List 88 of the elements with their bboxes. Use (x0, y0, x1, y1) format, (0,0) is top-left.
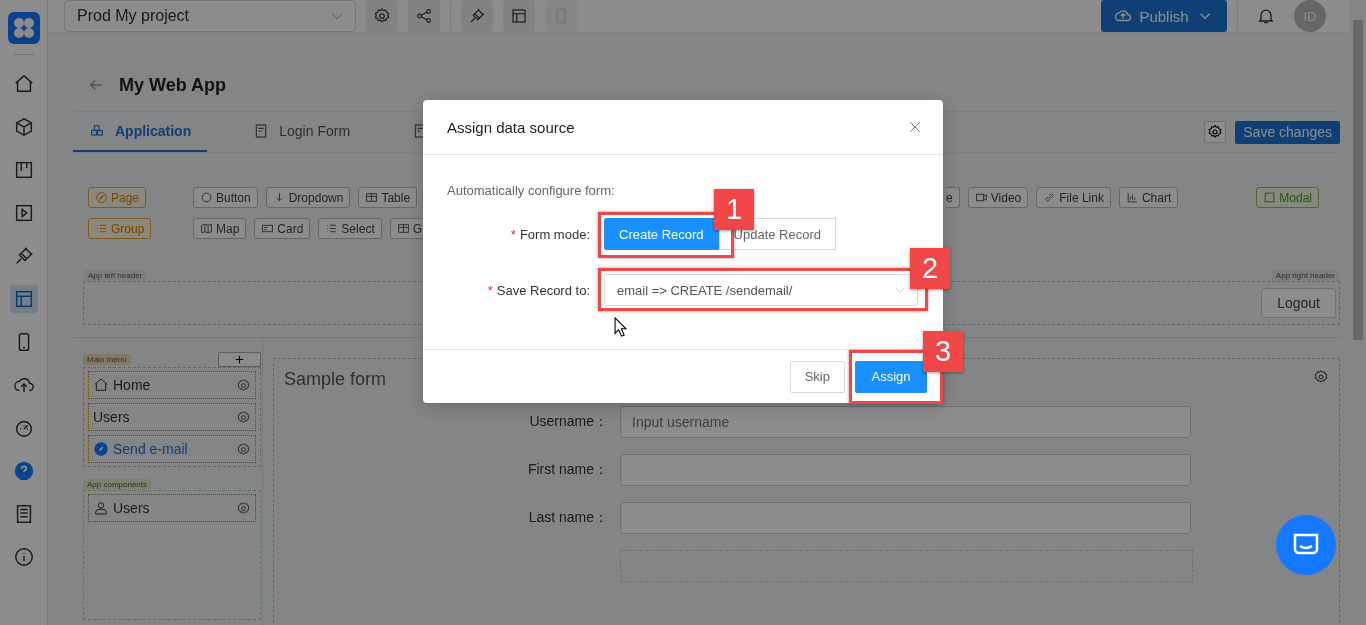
settings-icon[interactable] (1313, 369, 1329, 385)
layout-button[interactable] (503, 0, 535, 32)
input-field[interactable]: Input username (620, 406, 1191, 438)
menu-item[interactable]: Home (88, 371, 256, 399)
chat-button[interactable] (1276, 515, 1336, 575)
input-field[interactable] (620, 502, 1191, 534)
share-button[interactable] (408, 0, 440, 32)
mouse-cursor-icon (614, 317, 627, 337)
menu-item[interactable]: Send e-mail (88, 435, 256, 463)
plug-icon (468, 7, 486, 25)
component-chip[interactable]: Table (358, 187, 418, 208)
component-chip[interactable]: Modal (1256, 187, 1319, 208)
menu-item-label: Users (93, 409, 130, 425)
component-chip[interactable]: File Link (1036, 187, 1111, 208)
layout-icon[interactable] (9, 285, 38, 313)
settings-icon[interactable] (236, 377, 251, 393)
settings-button[interactable] (366, 0, 398, 32)
settings-icon[interactable] (236, 500, 251, 516)
settings-icon (373, 7, 391, 25)
publish-button[interactable]: Publish (1101, 0, 1227, 32)
menu-item-label: Send e-mail (113, 441, 188, 457)
mode-button[interactable]: Create Record (604, 218, 719, 250)
component-chip[interactable]: Button (193, 187, 258, 208)
save-record-select[interactable]: email => CREATE /sendemail/ (604, 274, 918, 306)
user-icon (93, 500, 109, 516)
square-icon (1263, 191, 1277, 204)
map-icon (200, 222, 213, 235)
table-icon (365, 191, 379, 204)
menu-item-label: Home (113, 377, 151, 393)
step-number: 2 (910, 248, 950, 289)
skip-button[interactable]: Skip (789, 360, 845, 393)
field-label: First name： (526, 461, 608, 479)
settings-icon (1207, 124, 1224, 140)
close-icon[interactable] (907, 119, 923, 135)
plus-icon (233, 353, 246, 366)
component-chip[interactable]: Select (318, 218, 382, 239)
zone-label: Main menu (83, 354, 131, 365)
plug-button[interactable] (461, 0, 493, 32)
save-changes-button[interactable]: Save changes (1235, 120, 1340, 144)
video-icon (974, 191, 988, 204)
step-number: 1 (714, 189, 754, 230)
app-logo[interactable] (7, 12, 40, 44)
component-chip[interactable]: Dropdown (265, 187, 351, 208)
share-icon (415, 7, 433, 25)
dialog-title: Assign data source (447, 118, 575, 136)
component-chip[interactable]: Chart (1118, 187, 1179, 208)
layout-icon (510, 7, 528, 25)
zone-label: App right header (1271, 270, 1339, 281)
field-label: Save Record to: (496, 282, 590, 298)
add-button[interactable] (218, 352, 261, 367)
project-select[interactable]: Prod My project (64, 0, 356, 32)
field-label: Form mode: (519, 226, 590, 242)
zone-label: App left header (84, 270, 147, 281)
tab[interactable]: Login Form (237, 112, 367, 152)
blocks-icon (89, 123, 105, 139)
home-icon (93, 377, 109, 393)
menu-item[interactable]: Users (88, 403, 256, 431)
settings-icon[interactable] (236, 409, 251, 425)
component-chip[interactable]: e (946, 187, 960, 208)
required-mark: * (487, 282, 493, 298)
dialog-intro: Automatically configure form: (447, 183, 616, 198)
step-number: 3 (923, 331, 963, 372)
page-title: My Web App (119, 74, 226, 96)
list-icon (95, 222, 108, 235)
field-label: Username： (528, 413, 608, 431)
field-label: Last name： (527, 509, 608, 527)
chart-icon (1125, 191, 1139, 204)
component-chip[interactable]: Map (193, 218, 247, 239)
assign-button[interactable]: Assign (855, 360, 927, 393)
compass-icon (95, 191, 108, 204)
component-chip[interactable]: Video (967, 187, 1029, 208)
tab[interactable]: Application (73, 112, 208, 152)
logout-button[interactable]: Logout (1261, 288, 1336, 318)
input-field[interactable] (620, 454, 1191, 486)
component-chip[interactable]: Card (254, 218, 311, 239)
link-icon (1043, 191, 1057, 204)
settings-button[interactable] (1204, 121, 1227, 143)
component-item[interactable]: Users (88, 494, 256, 522)
zone-label: App components (83, 479, 152, 490)
table-icon (396, 222, 410, 235)
compass-icon (93, 441, 109, 457)
component-label: Users (113, 500, 150, 516)
settings-icon[interactable] (236, 441, 251, 457)
circle-icon (200, 191, 213, 204)
form-title: Sample form (284, 369, 387, 390)
card-icon (261, 222, 275, 235)
list-icon (325, 222, 339, 235)
required-mark: * (510, 226, 516, 242)
